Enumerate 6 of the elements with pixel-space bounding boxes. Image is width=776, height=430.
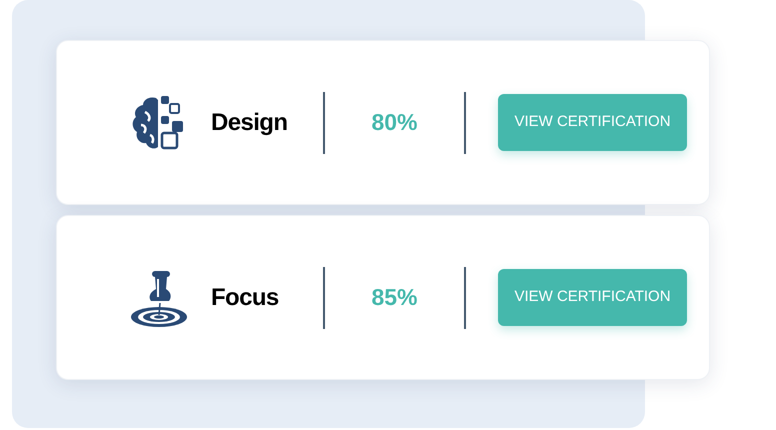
skill-percent: 85% [371, 283, 418, 312]
view-certification-button[interactable]: VIEW CERTIFICATION [498, 94, 687, 151]
skill-name: Design [211, 108, 288, 136]
skill-percent: 80% [371, 108, 418, 138]
skill-name: Focus [211, 284, 279, 310]
view-certification-button[interactable]: VIEW CERTIFICATION [498, 269, 687, 326]
